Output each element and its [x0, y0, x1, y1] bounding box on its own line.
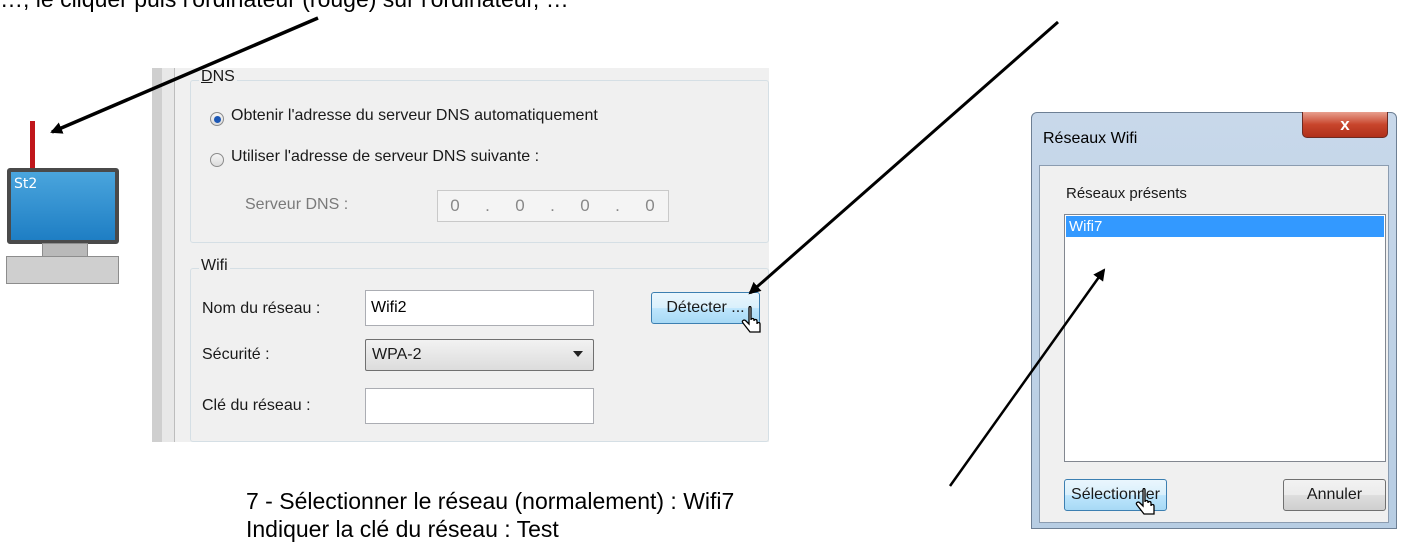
instruction-key: Indiquer la clé du réseau : Test: [246, 516, 559, 542]
antenna-icon: [30, 121, 35, 171]
chevron-down-icon: [573, 351, 583, 357]
panel-left-border: [162, 68, 175, 442]
dns-auto-label[interactable]: Obtenir l'adresse du serveur DNS automat…: [231, 107, 598, 125]
security-label: Sécurité :: [202, 346, 270, 363]
dns-octet-2: 0: [515, 196, 526, 215]
networks-list-label: Réseaux présents: [1066, 185, 1187, 202]
monitor-base: [6, 256, 119, 284]
network-key-label: Clé du réseau :: [202, 397, 311, 414]
dns-dot: .: [615, 196, 621, 215]
dns-manual-label[interactable]: Utiliser l'adresse de serveur DNS suivan…: [231, 148, 539, 166]
close-button[interactable]: x: [1302, 112, 1388, 138]
wifi-group-label: Wifi: [199, 257, 230, 275]
dns-auto-radio[interactable]: [210, 112, 224, 126]
networks-listbox[interactable]: [1064, 214, 1386, 462]
panel-left-edge: [152, 68, 162, 442]
radio-dot: [214, 116, 221, 123]
close-icon: x: [1340, 114, 1350, 134]
station-label: St2: [14, 176, 38, 192]
dns-dot: .: [550, 196, 556, 215]
list-item[interactable]: Wifi7: [1066, 216, 1384, 237]
network-key-input[interactable]: [365, 388, 594, 424]
dns-octet-3: 0: [580, 196, 591, 215]
cancel-button[interactable]: Annuler: [1283, 479, 1386, 511]
arrow-to-detect: [748, 20, 1059, 295]
mouse-cursor-icon: [741, 306, 761, 333]
dns-server-field: 0. 0. 0. 0: [437, 190, 669, 222]
dialog-title: Réseaux Wifi: [1043, 130, 1138, 147]
dns-dot: .: [485, 196, 491, 215]
dns-octet-1: 0: [450, 196, 461, 215]
dns-group-label: DNS: [199, 68, 237, 86]
top-instruction-text: …, le cliquer puis l'ordinateur (rouge) …: [0, 0, 1402, 13]
mouse-cursor-icon: [1135, 488, 1155, 515]
dns-octet-4: 0: [645, 196, 656, 215]
security-select[interactable]: WPA-2: [365, 339, 594, 371]
instruction-step7: 7 - Sélectionner le réseau (normalement)…: [246, 488, 735, 514]
network-name-label: Nom du réseau :: [202, 300, 321, 317]
security-value: WPA-2: [372, 346, 422, 363]
dns-manual-radio[interactable]: [210, 153, 224, 167]
network-name-input[interactable]: [365, 290, 594, 326]
dns-server-label: Serveur DNS :: [245, 196, 349, 213]
